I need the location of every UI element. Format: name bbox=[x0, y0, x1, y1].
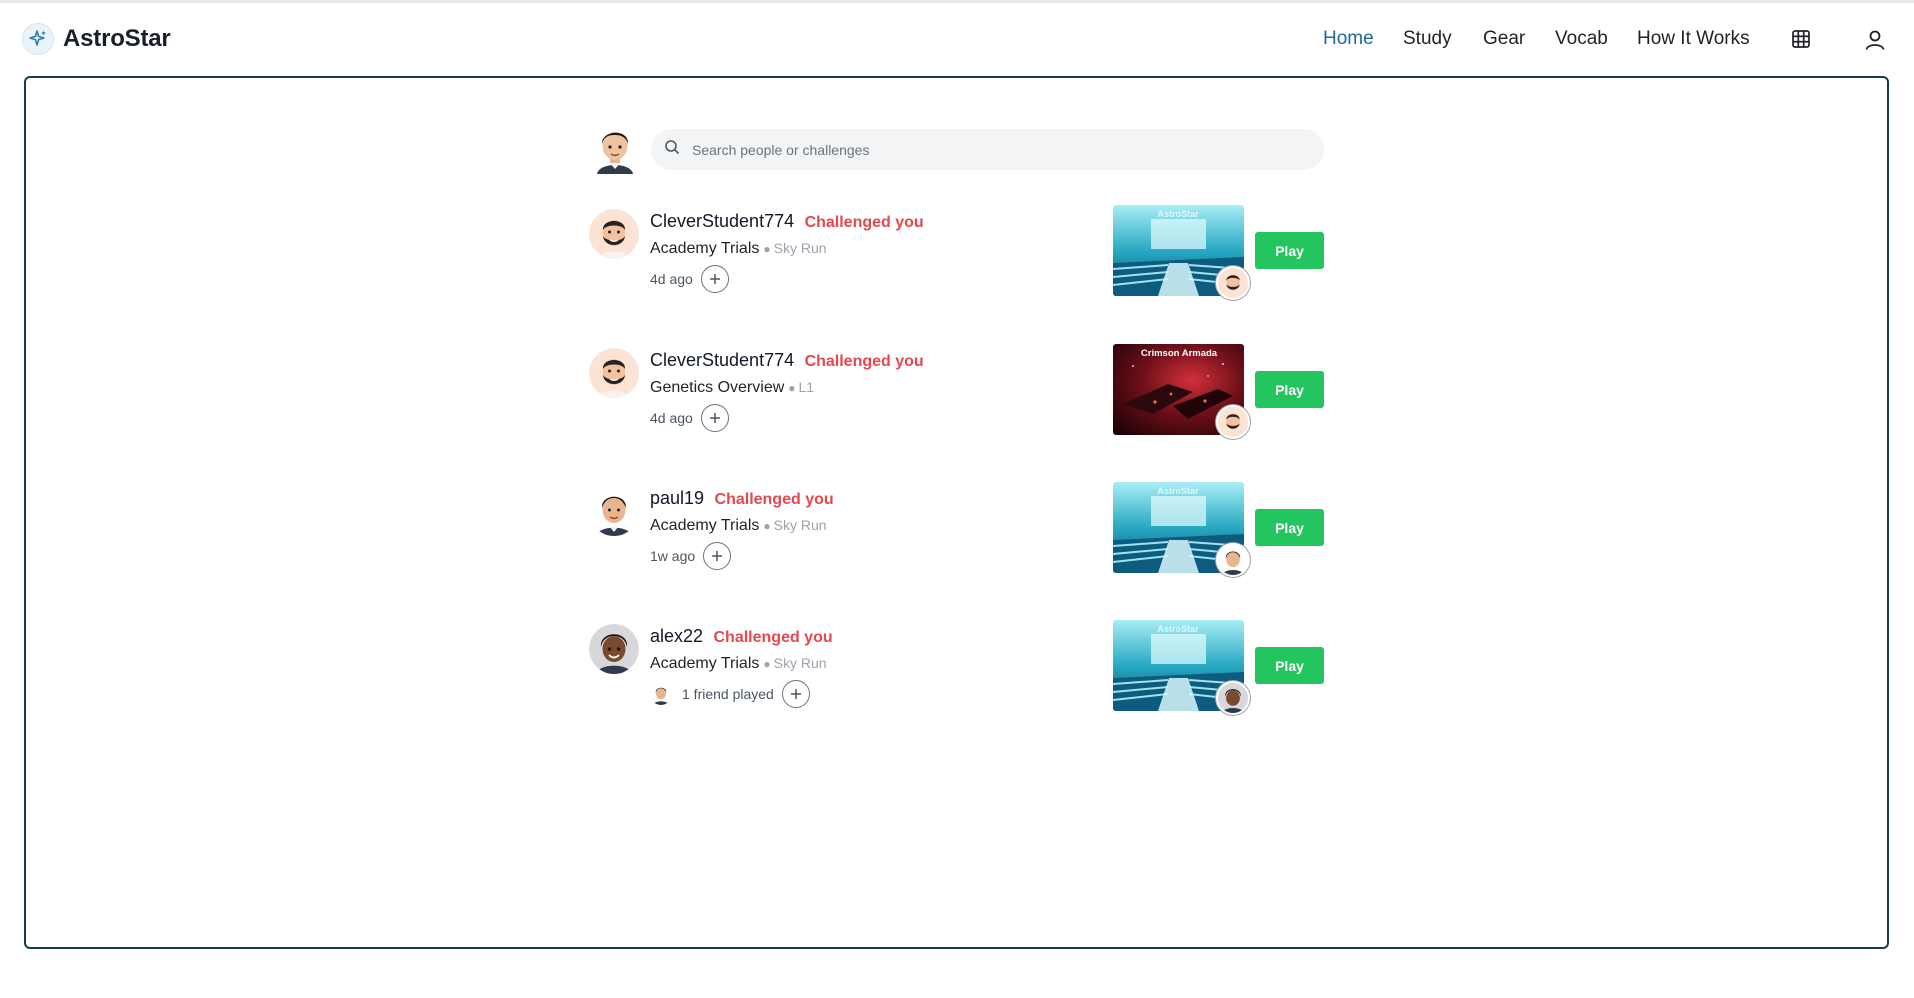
brand[interactable]: AstroStar bbox=[22, 23, 171, 55]
add-friend-button[interactable] bbox=[703, 542, 732, 570]
separator-dot: ● bbox=[788, 381, 796, 395]
challenger-name[interactable]: paul19 bbox=[650, 488, 704, 508]
challenge-status: Challenged you bbox=[714, 491, 834, 508]
game-mode: Sky Run bbox=[773, 655, 827, 671]
my-avatar[interactable] bbox=[591, 122, 639, 174]
challenger-name[interactable]: CleverStudent774 bbox=[650, 211, 794, 231]
avatar[interactable] bbox=[589, 486, 639, 536]
thumb-title: AstroStar bbox=[1157, 486, 1199, 496]
avatar[interactable] bbox=[589, 624, 639, 674]
challenger-name[interactable]: alex22 bbox=[650, 626, 703, 646]
game-title: Academy Trials bbox=[650, 517, 760, 534]
play-button[interactable]: Play bbox=[1255, 509, 1324, 546]
search-input[interactable] bbox=[690, 140, 1294, 159]
separator-dot: ● bbox=[763, 519, 771, 533]
challenge-time: 1w ago bbox=[650, 548, 696, 564]
add-friend-button[interactable] bbox=[700, 265, 729, 293]
separator-dot: ● bbox=[763, 242, 771, 256]
plus-icon bbox=[790, 689, 801, 699]
game-title: Genetics Overview bbox=[650, 379, 785, 396]
game-title: Academy Trials bbox=[650, 240, 760, 257]
avatar[interactable] bbox=[589, 348, 639, 398]
challenger-name[interactable]: CleverStudent774 bbox=[650, 350, 794, 370]
grid-icon[interactable] bbox=[1791, 29, 1811, 54]
sparkle-logo-icon bbox=[22, 23, 54, 55]
nav-home[interactable]: Home bbox=[1323, 28, 1374, 50]
friend-avatar bbox=[650, 683, 672, 705]
challenge-item: paul19 Challenged you Academy Trials ● Sky… bbox=[588, 482, 1328, 592]
play-button[interactable]: Play bbox=[1255, 232, 1324, 269]
plus-icon bbox=[709, 274, 720, 284]
challenge-time: 4d ago bbox=[650, 271, 693, 287]
challenge-item: alex22 Challenged you Academy Trials ● Sky… bbox=[588, 620, 1328, 730]
play-button[interactable]: Play bbox=[1255, 647, 1324, 684]
thumb-title: Crimson Armada bbox=[1141, 348, 1218, 359]
game-title: Academy Trials bbox=[650, 655, 760, 672]
game-mode: Sky Run bbox=[773, 517, 827, 533]
avatar[interactable] bbox=[589, 209, 639, 259]
challenge-status: Challenged you bbox=[713, 629, 833, 646]
nav-study[interactable]: Study bbox=[1403, 28, 1452, 50]
nav-how-it-works[interactable]: How It Works bbox=[1637, 28, 1750, 50]
search-bar[interactable] bbox=[651, 129, 1324, 170]
challenger-badge-avatar bbox=[1216, 266, 1250, 300]
thumb-title: AstroStar bbox=[1157, 209, 1199, 219]
game-mode: L1 bbox=[798, 379, 815, 395]
challenger-badge-avatar bbox=[1216, 543, 1250, 577]
add-friend-button[interactable] bbox=[781, 680, 810, 708]
play-button[interactable]: Play bbox=[1255, 371, 1324, 408]
top-nav-bar: AstroStar Home Study Gear Vocab How It W… bbox=[0, 3, 1914, 75]
game-mode: Sky Run bbox=[773, 240, 827, 256]
app-name: AstroStar bbox=[63, 25, 171, 52]
challenge-item: CleverStudent774 Challenged you Genetics… bbox=[588, 344, 1328, 454]
plus-icon bbox=[709, 413, 720, 423]
separator-dot: ● bbox=[763, 657, 771, 671]
challenge-item: CleverStudent774 Challenged you Academy … bbox=[588, 205, 1328, 315]
thumb-title: AstroStar bbox=[1157, 624, 1199, 634]
plus-icon bbox=[712, 551, 723, 561]
challenge-time: 4d ago bbox=[650, 410, 693, 426]
challenge-status: Challenged you bbox=[804, 353, 924, 370]
challenge-status: Challenged you bbox=[804, 214, 924, 231]
challenger-badge-avatar bbox=[1216, 405, 1250, 439]
add-friend-button[interactable] bbox=[700, 404, 729, 432]
nav-vocab[interactable]: Vocab bbox=[1555, 28, 1608, 50]
nav-gear[interactable]: Gear bbox=[1483, 28, 1525, 50]
user-icon[interactable] bbox=[1864, 29, 1886, 56]
search-icon bbox=[664, 139, 680, 160]
challenger-badge-avatar bbox=[1216, 681, 1250, 715]
friends-played: 1 friend played bbox=[682, 686, 774, 702]
